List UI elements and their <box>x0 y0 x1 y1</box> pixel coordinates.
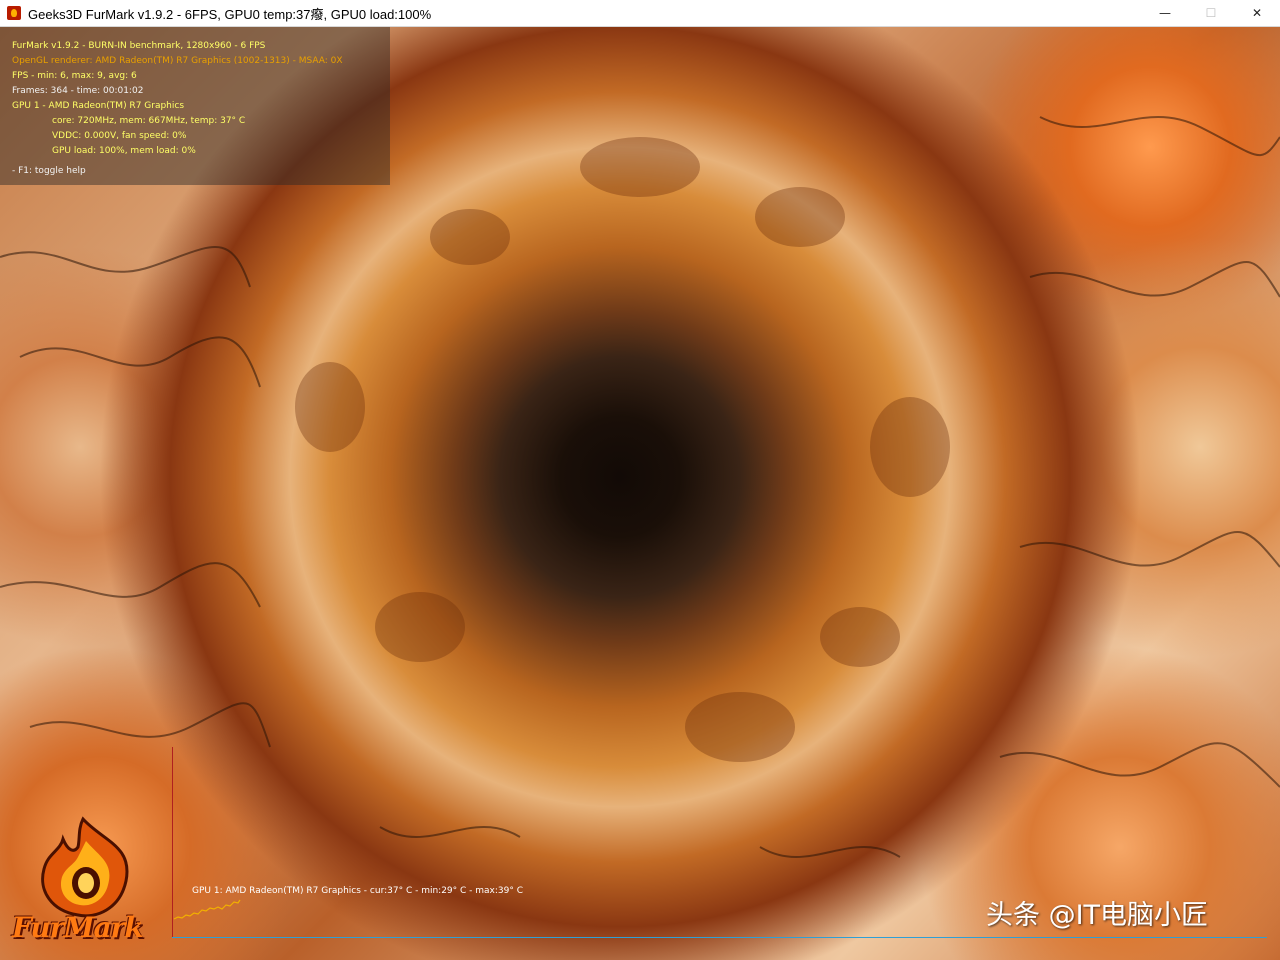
flame-icon <box>41 816 129 918</box>
hud-benchmark-info: FurMark v1.9.2 - BURN-IN benchmark, 1280… <box>12 41 266 51</box>
furmark-logo: FurMark <box>8 811 158 951</box>
close-button[interactable]: ✕ <box>1234 0 1280 26</box>
furmark-window: Geeks3D FurMark v1.9.2 - 6FPS, GPU0 temp… <box>0 0 1280 960</box>
hud-overlay: FurMark v1.9.2 - BURN-IN benchmark, 1280… <box>0 27 390 185</box>
hud-gpu-name: GPU 1 - AMD Radeon(TM) R7 Graphics <box>12 101 185 111</box>
hud-gpu-clocks: core: 720MHz, mem: 667MHz, temp: 37° C <box>52 116 246 126</box>
render-viewport[interactable]: FurMark v1.9.2 - BURN-IN benchmark, 1280… <box>0 27 1280 960</box>
logo-text: FurMark <box>12 911 144 944</box>
window-title: Geeks3D FurMark v1.9.2 - 6FPS, GPU0 temp… <box>28 6 432 22</box>
hud-frames-time: Frames: 364 - time: 00:01:02 <box>12 86 144 96</box>
watermark: 头条 @IT电脑小匠 <box>986 900 1209 931</box>
hud-gpu-voltage-fan: VDDC: 0.000V, fan speed: 0% <box>52 131 187 141</box>
hud-help-hint: - F1: toggle help <box>12 166 86 176</box>
minimize-button[interactable]: — <box>1142 0 1188 26</box>
window-controls: — ☐ ✕ <box>1142 0 1280 26</box>
furmark-app-icon <box>7 6 21 20</box>
title-bar[interactable]: Geeks3D FurMark v1.9.2 - 6FPS, GPU0 temp… <box>0 0 1280 27</box>
hud-fps-stats: FPS - min: 6, max: 9, avg: 6 <box>12 71 137 81</box>
maximize-button[interactable]: ☐ <box>1188 0 1234 26</box>
hud-renderer-info: OpenGL renderer: AMD Radeon(TM) R7 Graph… <box>12 56 343 66</box>
temperature-curve <box>173 899 241 920</box>
hud-gpu-load: GPU load: 100%, mem load: 0% <box>52 146 196 156</box>
graph-x-axis <box>172 937 1267 938</box>
